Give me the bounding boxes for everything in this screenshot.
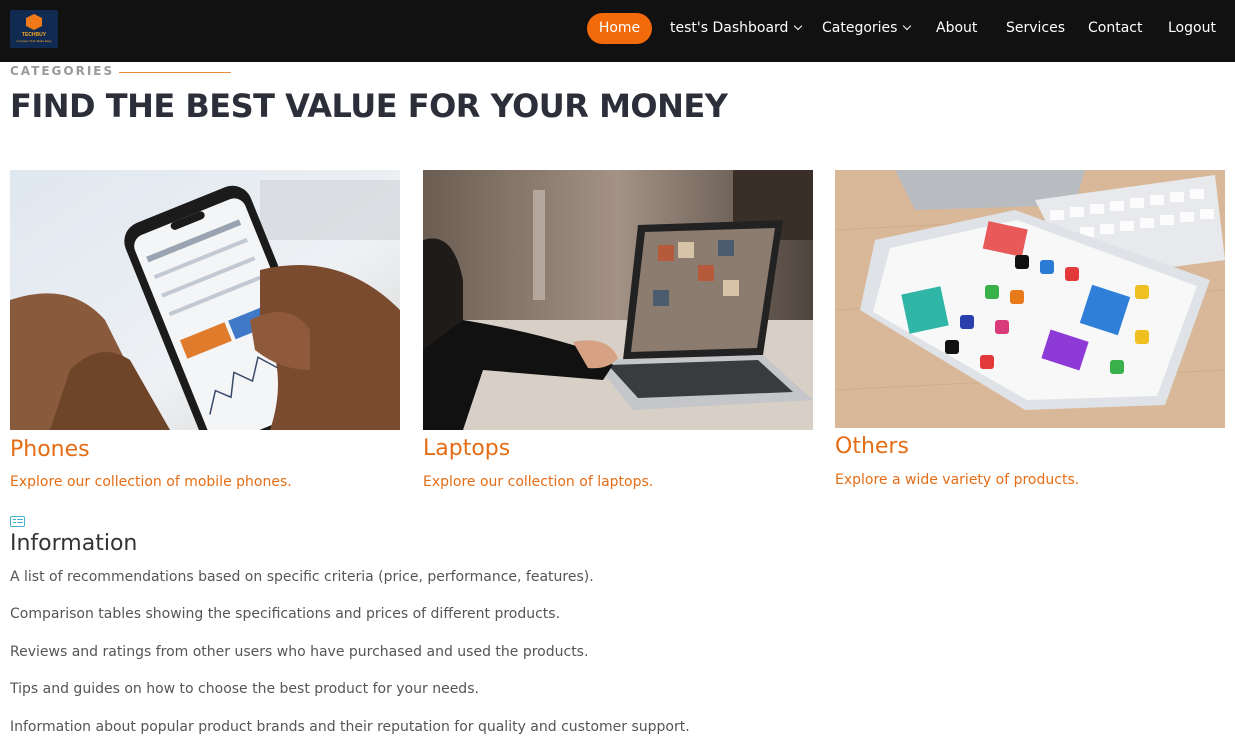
info-line: A list of recommendations based on speci… xyxy=(10,569,594,585)
logo-hexagon-icon xyxy=(26,14,42,30)
laptops-card-title[interactable]: Laptops xyxy=(423,436,510,461)
navbar: TECHBUY Compare Tech Make Easy Home test… xyxy=(0,0,1235,62)
nav-about-link[interactable]: About xyxy=(936,13,977,44)
nav-contact-label: Contact xyxy=(1088,20,1143,36)
section-label: CATEGORIES xyxy=(10,64,115,78)
chevron-down-icon xyxy=(794,21,803,31)
laptops-card-description: Explore our collection of laptops. xyxy=(423,474,654,490)
nav-logout-label: Logout xyxy=(1168,20,1216,36)
nav-categories-label: Categories xyxy=(822,20,898,36)
nav-contact-link[interactable]: Contact xyxy=(1088,13,1142,44)
nav-services-label: Services xyxy=(1006,20,1066,36)
list-card-icon xyxy=(10,516,25,527)
site-logo[interactable]: TECHBUY Compare Tech Make Easy xyxy=(10,10,58,48)
logo-text: TECHBUY xyxy=(21,32,47,38)
info-line: Information about popular product brands… xyxy=(10,719,690,735)
nav-services-link[interactable]: Services xyxy=(1006,13,1065,44)
chevron-down-icon xyxy=(903,21,912,31)
others-card-image[interactable] xyxy=(835,170,1225,428)
laptops-card-image[interactable] xyxy=(423,170,813,430)
section-divider xyxy=(119,72,231,73)
nav-logout-link[interactable]: Logout xyxy=(1168,13,1216,44)
others-card-title[interactable]: Others xyxy=(835,434,909,459)
info-line: Reviews and ratings from other users who… xyxy=(10,644,589,660)
nav-dashboard-label: test's Dashboard xyxy=(670,20,789,36)
nav-categories-dropdown[interactable]: Categories xyxy=(822,13,912,44)
phones-card-description: Explore our collection of mobile phones. xyxy=(10,474,292,490)
phone-photo xyxy=(10,170,400,430)
info-line: Comparison tables showing the specificat… xyxy=(10,606,561,622)
laptop-photo xyxy=(423,170,813,430)
info-line: Tips and guides on how to choose the bes… xyxy=(10,681,479,697)
nav-home-label: Home xyxy=(598,20,641,36)
nav-about-label: About xyxy=(936,20,978,36)
page-title: FIND THE BEST VALUE FOR YOUR MONEY xyxy=(10,87,728,125)
phones-card-title[interactable]: Phones xyxy=(10,437,90,462)
phones-card-image[interactable] xyxy=(10,170,400,430)
nav-dashboard-dropdown[interactable]: test's Dashboard xyxy=(670,13,803,44)
others-card-description: Explore a wide variety of products. xyxy=(835,472,1080,488)
nav-home-button[interactable]: Home xyxy=(587,13,652,44)
logo-subtext: Compare Tech Make Easy xyxy=(16,39,52,43)
information-heading: Information xyxy=(10,531,138,556)
tablet-photo xyxy=(835,170,1225,428)
